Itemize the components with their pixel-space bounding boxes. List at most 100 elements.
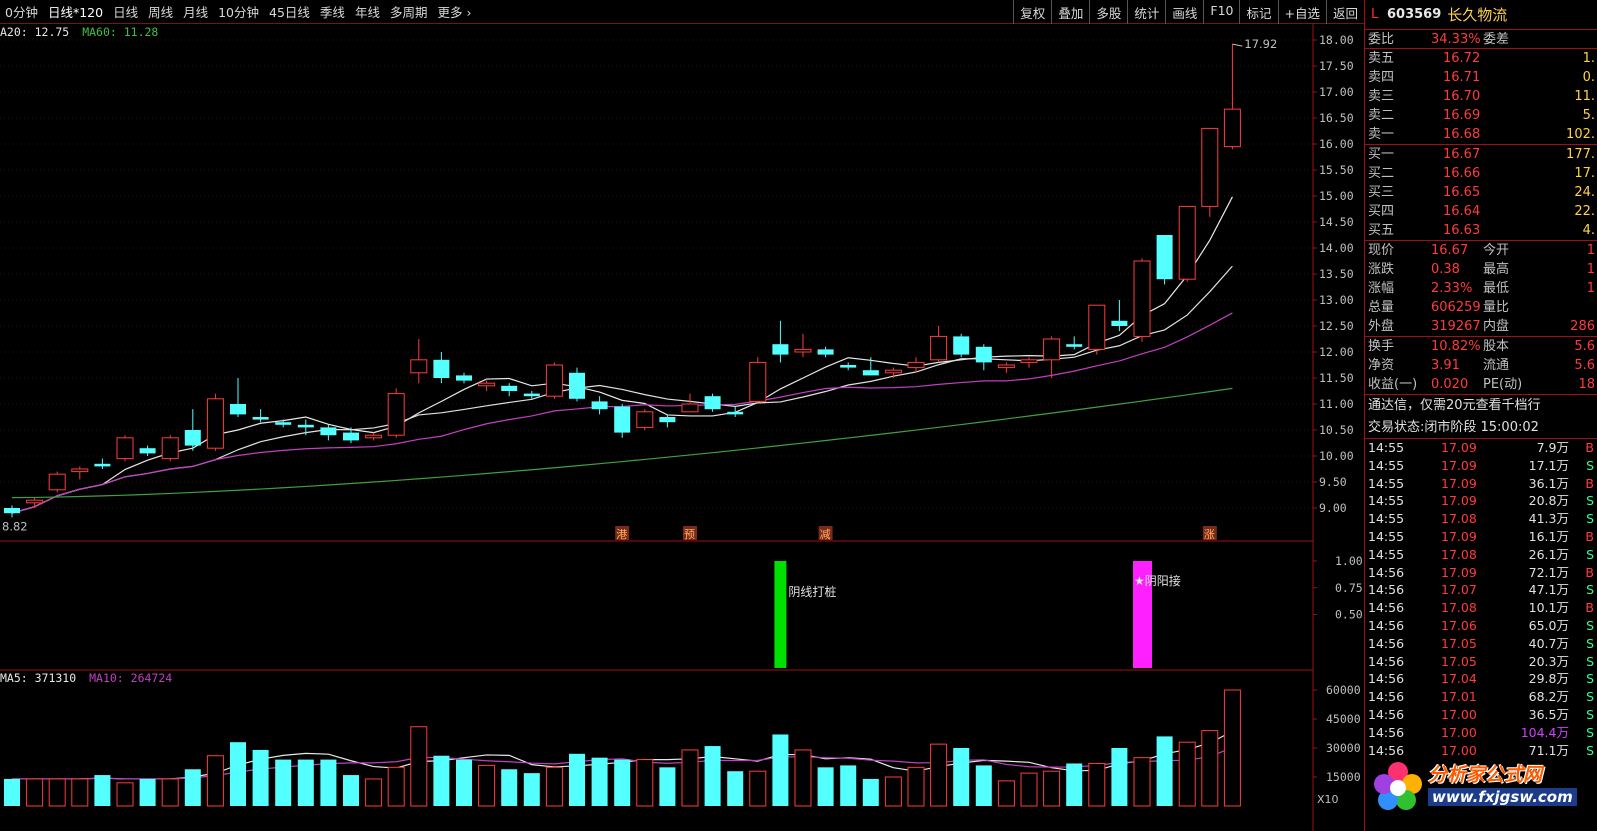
volume-bar[interactable] xyxy=(1066,763,1083,806)
candlestick[interactable] xyxy=(1020,357,1038,368)
candlestick[interactable] xyxy=(1223,44,1241,150)
candlestick[interactable] xyxy=(1066,336,1083,350)
buys-row[interactable]: 买二 16.66 17. xyxy=(1365,164,1597,183)
candlestick[interactable] xyxy=(71,466,89,480)
volume-bar[interactable] xyxy=(704,746,721,806)
volume-bar[interactable] xyxy=(930,743,948,807)
candlestick[interactable] xyxy=(817,346,834,358)
volume-bar[interactable] xyxy=(365,778,383,807)
candlestick[interactable] xyxy=(681,393,699,413)
candlestick[interactable] xyxy=(4,505,20,518)
event-marker[interactable]: 港 xyxy=(615,526,630,541)
volume-bar[interactable] xyxy=(184,769,201,806)
candlestick[interactable] xyxy=(884,367,902,378)
kline-chart[interactable]: 18.00 17.50 17.00 16.50 16.00 15.50 15.00 14.50… xyxy=(0,0,1364,831)
volume-bar[interactable] xyxy=(4,778,20,806)
buys-row[interactable]: 买五 16.63 4. xyxy=(1365,221,1597,240)
sells-row[interactable]: 卖四 16.71 0. xyxy=(1365,68,1597,87)
volume-bar[interactable] xyxy=(139,778,156,806)
candlestick[interactable] xyxy=(997,362,1015,373)
buys-row[interactable]: 买一 16.67 177. xyxy=(1365,145,1597,164)
candlestick[interactable] xyxy=(1043,336,1061,378)
candlestick[interactable] xyxy=(94,458,111,469)
candlestick[interactable] xyxy=(727,406,744,417)
volume-bar[interactable] xyxy=(862,778,879,806)
candlestick[interactable] xyxy=(1201,127,1219,217)
candlestick[interactable] xyxy=(365,432,383,441)
volume-bar[interactable] xyxy=(636,759,654,807)
volume-bar[interactable] xyxy=(569,753,585,806)
sells-row[interactable]: 卖五 16.72 1. xyxy=(1365,49,1597,68)
candlestick[interactable] xyxy=(1111,300,1128,332)
volume-bar[interactable] xyxy=(206,755,224,807)
volume-bar[interactable] xyxy=(1111,748,1128,806)
volume-bar[interactable] xyxy=(387,766,405,807)
volume-bar[interactable] xyxy=(410,726,428,807)
volume-bar[interactable] xyxy=(275,759,292,806)
volume-bar[interactable] xyxy=(953,748,970,806)
volume-bar[interactable] xyxy=(161,778,179,807)
volume-bar[interactable] xyxy=(26,778,44,807)
volume-bar[interactable] xyxy=(794,749,812,807)
volume-bar[interactable] xyxy=(478,764,496,807)
volume-bar[interactable] xyxy=(297,759,314,806)
volume-bar[interactable] xyxy=(749,770,767,807)
sells-row[interactable]: 卖三 16.70 11. xyxy=(1365,87,1597,106)
candlestick[interactable] xyxy=(206,393,224,451)
candlestick[interactable] xyxy=(320,424,337,441)
candlestick[interactable] xyxy=(230,378,246,417)
volume-bar[interactable] xyxy=(1201,730,1219,807)
buys-row[interactable]: 买三 16.65 24. xyxy=(1365,183,1597,202)
volume-bar[interactable] xyxy=(614,759,631,806)
candlestick[interactable] xyxy=(433,352,450,384)
candlestick[interactable] xyxy=(614,404,631,438)
candlestick[interactable] xyxy=(26,497,44,508)
buys-row[interactable]: 买四 16.64 22. xyxy=(1365,202,1597,221)
volume-bar[interactable] xyxy=(1178,741,1196,807)
signal-bar-yin[interactable] xyxy=(774,561,787,668)
candlestick[interactable] xyxy=(139,445,156,456)
volume-bar[interactable] xyxy=(975,765,992,806)
candlestick[interactable] xyxy=(501,383,518,397)
candlestick[interactable] xyxy=(930,326,948,363)
volume-bar[interactable] xyxy=(230,742,246,806)
volume-bar[interactable] xyxy=(659,767,676,806)
volume-bar[interactable] xyxy=(817,767,834,806)
candlestick[interactable] xyxy=(659,414,676,428)
volume-bar[interactable] xyxy=(727,771,744,806)
volume-bar[interactable] xyxy=(681,749,699,807)
volume-bar[interactable] xyxy=(1156,736,1173,806)
candlestick[interactable] xyxy=(1133,258,1151,342)
volume-bar[interactable] xyxy=(48,778,66,807)
volume-bar[interactable] xyxy=(545,766,563,807)
candlestick[interactable] xyxy=(975,344,992,371)
candlestick[interactable] xyxy=(184,409,201,451)
candlestick[interactable] xyxy=(387,388,405,438)
candlestick[interactable] xyxy=(772,320,789,363)
candlestick[interactable] xyxy=(569,367,585,402)
volume-bar[interactable] xyxy=(997,780,1015,807)
candlestick[interactable] xyxy=(252,409,269,423)
volume-bar[interactable] xyxy=(1088,762,1106,807)
volume-bar[interactable] xyxy=(591,757,608,806)
candlestick[interactable] xyxy=(116,435,134,462)
volume-bar[interactable] xyxy=(71,778,89,807)
upgrade-notice[interactable]: 通达信，仅需20元查看千档行 xyxy=(1365,395,1597,417)
candlestick[interactable] xyxy=(297,419,314,436)
volume-bar[interactable] xyxy=(433,755,450,806)
volume-bar[interactable] xyxy=(320,759,337,806)
volume-bar[interactable] xyxy=(1223,689,1241,807)
volume-bar[interactable] xyxy=(252,749,269,806)
event-marker[interactable]: 减 xyxy=(818,526,833,541)
event-marker[interactable]: 预 xyxy=(683,526,697,541)
candlestick[interactable] xyxy=(1156,235,1173,285)
volume-bar[interactable] xyxy=(840,765,857,806)
candlestick[interactable] xyxy=(591,396,608,415)
candlestick[interactable] xyxy=(161,435,179,462)
volume-bar[interactable] xyxy=(94,775,111,806)
volume-bar[interactable] xyxy=(1020,772,1038,807)
stock-name[interactable]: 长久物流 xyxy=(1447,4,1507,25)
sells-row[interactable]: 卖一 16.68 102. xyxy=(1365,125,1597,144)
volume-bar[interactable] xyxy=(907,766,925,807)
volume-bar[interactable] xyxy=(884,776,902,807)
